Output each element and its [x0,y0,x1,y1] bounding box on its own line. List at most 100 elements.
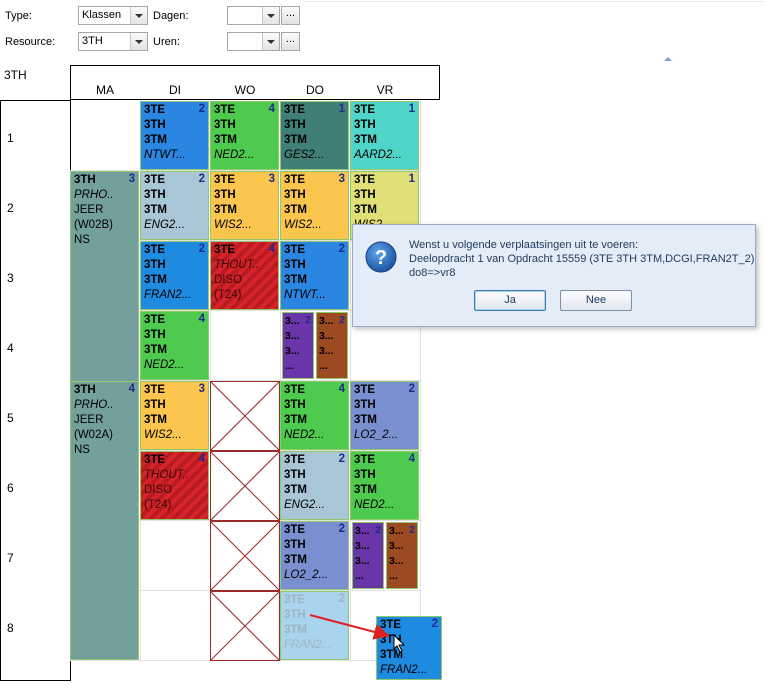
type-select-value: Klassen [82,9,122,21]
lesson-count-badge: 1 [408,173,415,185]
lesson-line: 3... [319,330,334,342]
lesson-count-badge: 2 [338,453,345,465]
collapse-up-icon[interactable] [664,56,672,62]
lesson-count-badge: 2 [198,173,205,185]
lesson-line: 3TE [214,104,236,116]
lesson-line: ... [285,360,294,372]
days-ellipsis-button[interactable]: ... [281,6,300,25]
lesson-count-badge: 4 [128,383,135,395]
lesson-line: ... [355,570,364,582]
lesson-count-badge: 2 [409,524,415,536]
day-header-wo: WO [234,83,256,97]
lesson-line: ENG2... [284,499,325,511]
grid-title: 3TH [4,68,27,82]
lesson-block-w3[interactable]: 3TE THOUT.. DISO (T24) 4 [210,241,279,310]
chevron-down-icon[interactable] [130,33,147,50]
chevron-down-icon[interactable] [130,7,147,24]
no-button[interactable]: Nee [560,290,632,311]
chevron-down-icon[interactable] [262,33,279,50]
lesson-block-v7b[interactable]: 3... 3... 3...... 2 [386,522,418,589]
unavailable-cell-wo5 [210,381,280,451]
lesson-line: 3... [319,345,334,357]
lesson-line: 3TM [284,274,307,286]
confirm-move-dialog: ? Wenst u volgende verplaatsingen uit te… [352,224,756,327]
lesson-line: 3TH [354,399,376,411]
cross-icon [210,591,280,661]
lesson-line: 3TH [144,259,166,271]
lesson-block-d4[interactable]: 3TE 3TH 3TM NED2... 4 [140,311,209,380]
lesson-block-d5[interactable]: 3TE 3TH 3TM WIS2... 3 [140,381,209,450]
lesson-line: 3TH [144,399,166,411]
lesson-block-v1[interactable]: 3TE 3TH 3TM AARD2... 1 [350,101,419,170]
lesson-line: NED2... [144,359,185,371]
lesson-line: 3... [319,315,334,327]
lesson-line: 3TM [144,414,167,426]
lesson-line: 3TM [354,204,377,216]
lesson-line: 3TM [144,344,167,356]
lesson-block-v6[interactable]: 3TE 3TH 3TM NED2... 4 [350,451,419,520]
lesson-line: 3TM [144,274,167,286]
lesson-line: 3... [355,555,370,567]
day-header-di: DI [169,83,181,97]
lesson-line: 3TE [144,174,166,186]
lesson-line: 3... [355,525,370,537]
lesson-line: 3TE [144,314,166,326]
lesson-line: 3TM [354,134,377,146]
lesson-block-do3[interactable]: 3TE 3TH 3TM NTWT... 2 [280,241,349,310]
hours-ellipsis-button[interactable]: ... [281,32,300,51]
resource-select-value: 3TH [82,35,103,47]
lesson-line: FRAN2... [380,664,428,676]
lesson-line: NTWT... [144,149,186,161]
lesson-line: 3TM [284,204,307,216]
lesson-line: 3TH [144,189,166,201]
type-select[interactable]: Klassen [78,6,148,25]
lesson-count-badge: 2 [338,523,345,535]
lesson-block-do6[interactable]: 3TE 3TH 3TM ENG2... 2 [280,451,349,520]
lesson-line: 3TE [144,104,166,116]
lesson-block-do4a[interactable]: 3... 3... 3...... 2 [282,312,314,379]
period-label-3: 3 [7,271,14,285]
lesson-line: 3TE [354,174,376,186]
lesson-count-badge: 3 [198,383,205,395]
lesson-count-badge: 3 [338,173,345,185]
lesson-block-w1[interactable]: 3TE 3TH 3TM NED2... 4 [210,101,279,170]
lesson-line: 3TE [214,244,236,256]
lesson-block-d6[interactable]: 3TE THOUT.. DISO (T24) 4 [140,451,209,520]
lesson-count-badge: 3 [128,173,135,185]
lesson-block-do4b[interactable]: 3... 3... 3...... 2 [316,312,348,379]
chevron-down-icon[interactable] [262,7,279,24]
lesson-line: 3TH [284,469,306,481]
lesson-count-badge: 2 [408,383,415,395]
yes-button[interactable]: Ja [474,290,546,311]
lesson-line: DISO [214,274,243,286]
hours-label: Uren: [153,36,180,48]
lesson-line: 3TM [144,204,167,216]
lesson-block-do5[interactable]: 3TE 3TH 3TM NED2... 4 [280,381,349,450]
lesson-count-badge: 4 [268,243,275,255]
lesson-count-badge: 2 [198,243,205,255]
lesson-line: 3... [285,345,300,357]
lesson-count-badge: 2 [338,243,345,255]
lesson-block-d1[interactable]: 3TE 3TH 3TM NTWT... 2 [140,101,209,170]
lesson-block-do7[interactable]: 3TE 3TH 3TM LO2_2... 2 [280,521,349,590]
resource-select[interactable]: 3TH [78,32,148,51]
lesson-line: NS [74,234,90,246]
day-header-ma: MA [96,83,114,97]
lesson-line: JEER [74,204,104,216]
lesson-block-v7a[interactable]: 3... 3... 3...... 2 [352,522,384,589]
lesson-line: 3TH [74,174,96,186]
lesson-block-do2[interactable]: 3TE 3TH 3TM WIS2... 3 [280,171,349,240]
lesson-line: JEER [74,414,104,426]
lesson-block-w2[interactable]: 3TE 3TH 3TM WIS2... 3 [210,171,279,240]
lesson-line: 3TM [214,134,237,146]
resource-label: Resource: [5,36,56,48]
lesson-line: ENG2... [144,219,185,231]
lesson-block-do1[interactable]: 3TE 3TH 3TM GES2... 1 [280,101,349,170]
lesson-block-d3[interactable]: 3TE 3TH 3TM FRAN2... 2 [140,241,209,310]
lesson-line: 3TM [284,484,307,496]
lesson-block-d2[interactable]: 3TE 3TH 3TM ENG2... 2 [140,171,209,240]
lesson-block-m5[interactable]: 3TH PRHO.. JEER (W02A) NS 4 [70,381,139,660]
hours-select[interactable] [227,32,280,51]
days-select[interactable] [227,6,280,25]
lesson-block-v5[interactable]: 3TE 3TH 3TM LO2_2... 2 [350,381,419,450]
